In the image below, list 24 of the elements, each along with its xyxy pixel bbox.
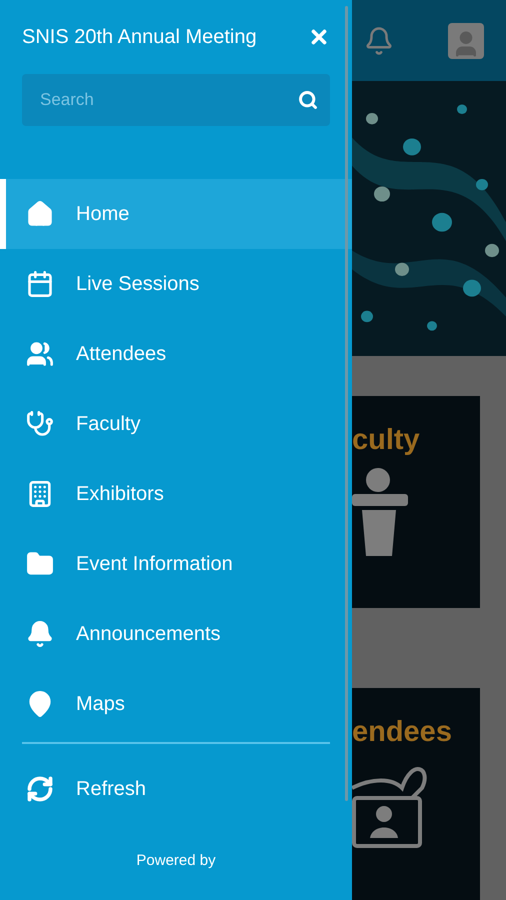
refresh-icon bbox=[26, 775, 54, 803]
drawer-title: SNIS 20th Annual Meeting bbox=[22, 26, 257, 48]
menu-item[interactable]: Maps bbox=[0, 669, 352, 739]
card-title: culty bbox=[352, 424, 421, 456]
powered-by-text: Powered by bbox=[136, 852, 216, 869]
card-title: endees bbox=[352, 716, 453, 748]
search-icon bbox=[298, 90, 318, 110]
avatar-icon bbox=[448, 22, 484, 58]
menu-icon bbox=[26, 620, 54, 648]
menu-item[interactable]: Event Information bbox=[0, 529, 352, 599]
menu-icon bbox=[26, 200, 54, 228]
menu-item[interactable]: Faculty bbox=[0, 389, 352, 459]
bell-icon bbox=[364, 26, 394, 56]
menu-item[interactable]: Attendees bbox=[0, 319, 352, 389]
search-field[interactable]: Search bbox=[22, 74, 330, 126]
podium-icon bbox=[352, 466, 408, 558]
menu-item[interactable]: Home bbox=[0, 179, 352, 249]
menu-item[interactable]: Live Sessions bbox=[0, 249, 352, 319]
menu-icon bbox=[26, 410, 54, 438]
menu-item[interactable]: Refresh bbox=[0, 754, 352, 824]
menu-item[interactable]: Announcements bbox=[0, 599, 352, 669]
menu-icon bbox=[26, 270, 54, 298]
menu-icon bbox=[26, 340, 54, 368]
menu-item[interactable]: Exhibitors bbox=[0, 459, 352, 529]
